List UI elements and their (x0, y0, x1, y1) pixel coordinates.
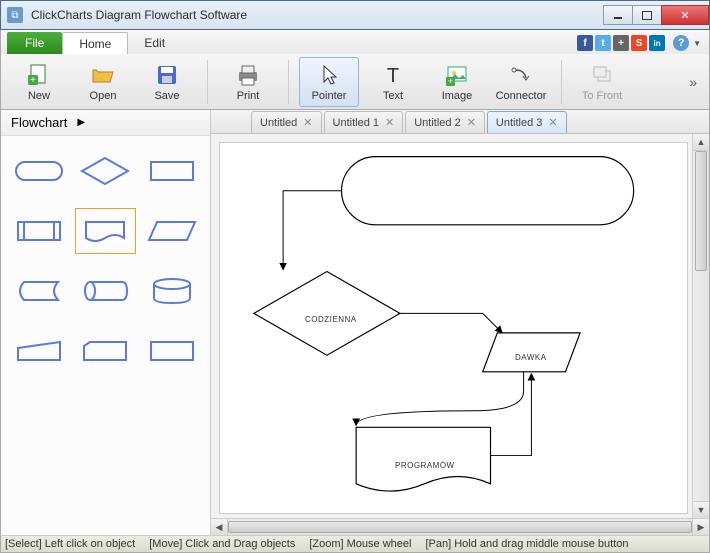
shape-document[interactable] (75, 208, 135, 254)
help-icon[interactable]: ? (673, 35, 689, 51)
stumble-icon[interactable]: S (631, 35, 647, 51)
twitter-icon[interactable]: t (595, 35, 611, 51)
text-button[interactable]: T Text (363, 57, 423, 107)
new-button[interactable]: + New (9, 57, 69, 107)
scroll-down-icon[interactable]: ▼ (693, 501, 709, 518)
shape-direct-data[interactable] (75, 268, 135, 314)
image-label: Image (442, 90, 473, 102)
node-document-label: PROGRAMÓW (395, 461, 455, 470)
shapes-sidebar: Flowchart ▶ (1, 110, 211, 535)
vertical-scrollbar[interactable]: ▲ ▼ (692, 134, 709, 518)
shape-database[interactable] (142, 268, 202, 314)
document-tabs: Untitled ✕ Untitled 1 ✕ Untitled 2 ✕ Untitl… (211, 110, 709, 134)
doc-tab-label: Untitled 3 (496, 117, 542, 129)
svg-text:+: + (448, 76, 453, 86)
shape-process2[interactable] (142, 328, 202, 374)
ribbon-expand-icon[interactable]: » (685, 70, 701, 94)
status-bar: [Select] Left click on object [Move] Cli… (0, 535, 710, 553)
svg-text:T: T (387, 65, 399, 87)
scroll-thumb[interactable] (228, 521, 692, 533)
social-links: f t + S in ? ▼ (577, 35, 701, 51)
connector-label: Connector (496, 90, 547, 102)
maximize-button[interactable] (632, 5, 662, 25)
window-title: ClickCharts Diagram Flowchart Software (31, 8, 604, 22)
sidebar-category-label: Flowchart (11, 115, 67, 130)
status-zoom: [Zoom] Mouse wheel (309, 538, 411, 550)
status-move: [Move] Click and Drag objects (149, 538, 295, 550)
close-icon[interactable]: ✕ (385, 116, 394, 129)
doc-tab-label: Untitled 2 (414, 117, 460, 129)
diagram (220, 143, 687, 513)
open-button[interactable]: Open (73, 57, 133, 107)
shape-decision[interactable] (75, 148, 135, 194)
file-menu[interactable]: File (7, 32, 62, 54)
tab-edit[interactable]: Edit (128, 32, 181, 54)
minimize-button[interactable] (603, 5, 633, 25)
shape-stored-data[interactable] (9, 268, 69, 314)
close-icon[interactable]: ✕ (303, 116, 312, 129)
tab-home[interactable]: Home (62, 32, 128, 54)
chevron-right-icon: ▶ (77, 117, 85, 128)
app-icon: ⧉ (7, 7, 23, 23)
sidebar-category[interactable]: Flowchart ▶ (1, 110, 210, 136)
titlebar: ⧉ ClickCharts Diagram Flowchart Software (0, 0, 710, 30)
pointer-label: Pointer (312, 90, 347, 102)
tofront-button[interactable]: To Front (572, 57, 632, 107)
doc-tab-2[interactable]: Untitled 2 ✕ (405, 111, 485, 133)
text-label: Text (383, 90, 403, 102)
status-pan: [Pan] Hold and drag middle mouse button (425, 538, 628, 550)
ribbon: + New Open Save Print Pointer T Text + I… (0, 54, 710, 110)
close-button[interactable] (661, 5, 709, 25)
doc-tab-1[interactable]: Untitled 1 ✕ (324, 111, 404, 133)
close-icon[interactable]: ✕ (467, 116, 476, 129)
doc-tab-3[interactable]: Untitled 3 ✕ (487, 111, 567, 133)
shape-data[interactable] (142, 208, 202, 254)
save-button[interactable]: Save (137, 57, 197, 107)
pointer-button[interactable]: Pointer (299, 57, 359, 107)
shape-card[interactable] (75, 328, 135, 374)
doc-tab-label: Untitled (260, 117, 297, 129)
shape-process[interactable] (142, 148, 202, 194)
image-button[interactable]: + Image (427, 57, 487, 107)
node-decision-label: CODZIENNA (305, 315, 357, 324)
svg-text:+: + (30, 75, 36, 86)
shape-predefined[interactable] (9, 208, 69, 254)
status-select: [Select] Left click on object (5, 538, 135, 550)
horizontal-scrollbar[interactable]: ◀ ▶ (211, 518, 709, 535)
new-label: New (28, 90, 50, 102)
scroll-left-icon[interactable]: ◀ (211, 519, 228, 535)
doc-tab-0[interactable]: Untitled ✕ (251, 111, 322, 133)
menu-row: File Home Edit f t + S in ? ▼ (0, 30, 710, 54)
scroll-thumb[interactable] (695, 151, 707, 271)
linkedin-icon[interactable]: in (649, 35, 665, 51)
canvas[interactable]: CODZIENNA DAWKA PROGRAMÓW (219, 142, 688, 514)
connector-button[interactable]: Connector (491, 57, 551, 107)
scroll-up-icon[interactable]: ▲ (693, 134, 709, 151)
shape-terminator[interactable] (9, 148, 69, 194)
node-data-label: DAWKA (515, 353, 547, 362)
tofront-label: To Front (582, 90, 622, 102)
scroll-right-icon[interactable]: ▶ (692, 519, 709, 535)
close-icon[interactable]: ✕ (548, 116, 557, 129)
save-label: Save (154, 90, 179, 102)
print-button[interactable]: Print (218, 57, 278, 107)
facebook-icon[interactable]: f (577, 35, 593, 51)
google-plus-icon[interactable]: + (613, 35, 629, 51)
doc-tab-label: Untitled 1 (333, 117, 379, 129)
shape-manual-input[interactable] (9, 328, 69, 374)
open-label: Open (90, 90, 117, 102)
help-dropdown-icon[interactable]: ▼ (693, 39, 701, 48)
print-label: Print (237, 90, 260, 102)
